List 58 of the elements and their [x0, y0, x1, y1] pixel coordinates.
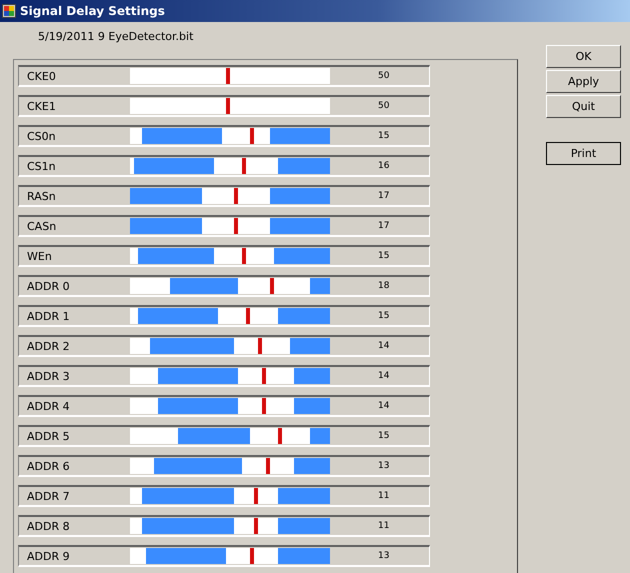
delay-value: 11 [378, 491, 390, 501]
signal-name: ADDR 0 [26, 280, 71, 292]
delay-marker[interactable] [254, 518, 258, 534]
dialog-button[interactable]: Apply [546, 70, 621, 93]
signal-name: ADDR 8 [26, 520, 71, 532]
signal-name: WEn [26, 250, 53, 262]
signal-name: ADDR 4 [26, 400, 71, 412]
signal-name: ADDR 9 [26, 550, 71, 562]
delay-value: 17 [378, 191, 390, 201]
file-label: 5/19/2011 9 EyeDetector.bit [38, 30, 194, 45]
delay-value: 14 [378, 371, 390, 381]
delay-value: 13 [378, 461, 390, 471]
dialog-button[interactable]: Quit [546, 95, 621, 118]
signal-name: ADDR 6 [26, 460, 71, 472]
window-title: Signal Delay Settings [20, 4, 165, 18]
app-icon [2, 4, 16, 18]
signal-name: CASn [26, 220, 58, 232]
signal-name: ADDR 3 [26, 370, 71, 382]
delay-value: 15 [378, 311, 390, 321]
signal-name: RASn [26, 190, 57, 202]
dialog-button[interactable]: OK [546, 45, 621, 68]
delay-value: 14 [378, 401, 390, 411]
delay-value: 14 [378, 341, 390, 351]
delay-marker[interactable] [250, 548, 254, 564]
delay-marker[interactable] [266, 458, 270, 474]
delay-marker[interactable] [226, 98, 230, 114]
delay-value: 15 [378, 431, 390, 441]
delay-marker[interactable] [270, 278, 274, 294]
delay-marker[interactable] [250, 128, 254, 144]
signal-name: CKE1 [26, 100, 57, 112]
delay-marker[interactable] [262, 368, 266, 384]
delay-marker[interactable] [242, 158, 246, 174]
delay-value: 13 [378, 551, 390, 561]
delay-value: 50 [378, 101, 390, 111]
delay-marker[interactable] [258, 338, 262, 354]
delay-value: 18 [378, 281, 390, 291]
delay-marker[interactable] [246, 308, 250, 324]
delay-value: 15 [378, 251, 390, 261]
delay-marker[interactable] [262, 398, 266, 414]
delay-value: 17 [378, 221, 390, 231]
delay-value: 16 [378, 161, 390, 171]
delay-value: 11 [378, 521, 390, 531]
delay-marker[interactable] [278, 428, 282, 444]
delay-value: 15 [378, 131, 390, 141]
delay-marker[interactable] [254, 488, 258, 504]
signal-name: ADDR 7 [26, 490, 71, 502]
delay-marker[interactable] [242, 248, 246, 264]
signal-name: CS0n [26, 130, 57, 142]
delay-value: 50 [378, 71, 390, 81]
delay-marker[interactable] [234, 218, 238, 234]
dialog-button[interactable]: Print [546, 142, 621, 165]
delay-marker[interactable] [234, 188, 238, 204]
signal-name: CKE0 [26, 70, 57, 82]
signal-name: ADDR 2 [26, 340, 71, 352]
signal-name: ADDR 5 [26, 430, 71, 442]
signal-name: ADDR 1 [26, 310, 71, 322]
delay-marker[interactable] [226, 68, 230, 84]
signal-name: CS1n [26, 160, 57, 172]
